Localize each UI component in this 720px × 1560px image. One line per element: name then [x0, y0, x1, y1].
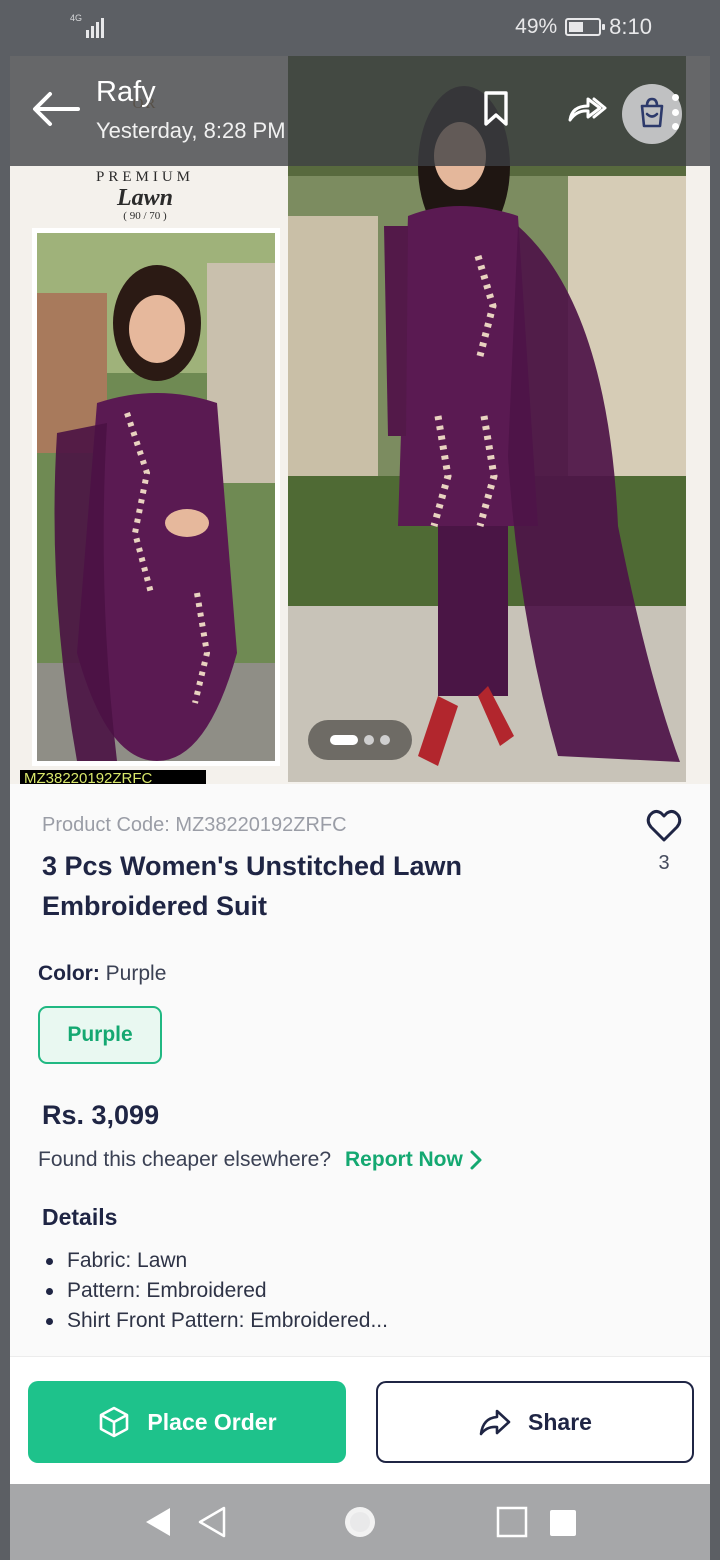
carousel-dot[interactable] — [380, 735, 390, 745]
forward-icon[interactable] — [564, 86, 608, 130]
color-label: Color: — [38, 962, 100, 985]
report-now-link[interactable]: Report Now — [345, 1148, 483, 1172]
nav-home-icon[interactable] — [342, 1504, 378, 1540]
inset-photo — [32, 228, 280, 766]
details-heading: Details — [42, 1204, 118, 1230]
detail-item: Pattern: Embroidered — [46, 1276, 388, 1306]
chevron-right-icon — [470, 1150, 482, 1170]
viewer-top-bar: Rafy Yesterday, 8:28 PM — [10, 56, 710, 166]
color-option-purple[interactable]: Purple — [38, 1006, 162, 1064]
price: Rs. 3,099 — [42, 1100, 160, 1130]
clock: 8:10 — [609, 14, 652, 39]
nav-recents-icon[interactable] — [494, 1504, 584, 1540]
bookmark-icon[interactable] — [474, 86, 518, 130]
system-nav-bar — [10, 1484, 710, 1560]
battery-percent: 49% — [515, 15, 558, 38]
place-order-label: Place Order — [147, 1408, 277, 1435]
signal-icon: 4G — [70, 13, 105, 38]
like-count: 3 — [658, 852, 670, 874]
image-viewer: OR PREMIUM Lawn ( 90 / 70 ) — [10, 56, 710, 1484]
product-code: Product Code: MZ38220192ZRFC — [42, 814, 347, 836]
action-bar: Place Order Share — [10, 1356, 710, 1484]
share-button[interactable]: Share — [376, 1381, 694, 1463]
product-title: 3 Pcs Women's Unstitched Lawn Embroidere… — [42, 851, 463, 921]
back-arrow-icon[interactable] — [28, 84, 88, 134]
product-info: Product Code: MZ38220192ZRFC 3 Pcs Women… — [10, 784, 710, 1356]
box-icon — [100, 1406, 129, 1438]
detail-item: Fabric: Lawn — [46, 1246, 388, 1276]
color-row: Color: Purple — [38, 962, 166, 986]
more-vertical-icon[interactable] — [670, 94, 680, 130]
battery-icon — [565, 18, 606, 36]
heart-icon[interactable] — [644, 806, 684, 846]
carousel-indicator[interactable] — [308, 720, 412, 760]
cheaper-text: Found this cheaper elsewhere? — [38, 1148, 332, 1171]
product-code-stamp: MZ38220192ZRFC — [20, 770, 206, 784]
carousel-dot[interactable] — [364, 735, 374, 745]
status-bar: 4G 49% 8:10 — [0, 0, 720, 56]
share-icon — [479, 1409, 511, 1436]
message-timestamp: Yesterday, 8:28 PM — [96, 118, 286, 143]
place-order-button[interactable]: Place Order — [28, 1381, 346, 1463]
sender-name: Rafy — [96, 76, 156, 108]
report-now-label: Report Now — [345, 1148, 463, 1171]
details-list: Fabric: Lawn Pattern: Embroidered Shirt … — [46, 1246, 388, 1336]
detail-item: Shirt Front Pattern: Embroidered... — [46, 1306, 388, 1336]
color-value: Purple — [105, 962, 167, 985]
nav-back-icon[interactable] — [140, 1504, 230, 1540]
share-label: Share — [528, 1408, 592, 1435]
network-type: 4G — [70, 13, 83, 23]
cheaper-elsewhere-row: Found this cheaper elsewhere? Report Now — [38, 1148, 483, 1172]
carousel-dot[interactable] — [330, 735, 358, 745]
